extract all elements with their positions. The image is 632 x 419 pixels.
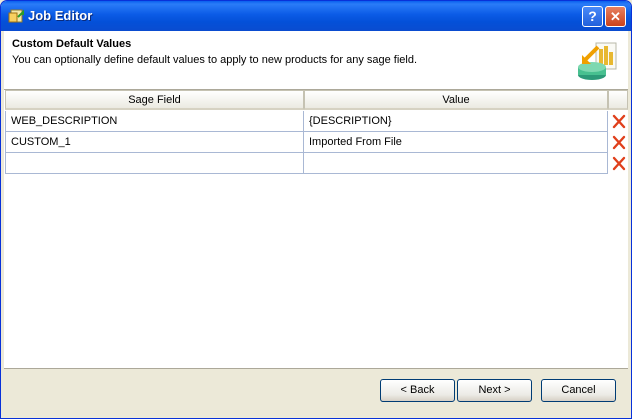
title-bar[interactable]: Job Editor ? ✕ (1, 1, 631, 31)
table-row[interactable]: CUSTOM_1 Imported From File (5, 132, 628, 153)
page-title: Custom Default Values (12, 38, 132, 50)
delete-row-icon[interactable] (611, 133, 627, 151)
sage-field-cell[interactable] (5, 153, 304, 174)
sage-field-cell[interactable]: WEB_DESCRIPTION (5, 111, 304, 132)
grid-header: Sage Field Value (5, 90, 628, 110)
delete-row-icon[interactable] (611, 112, 627, 130)
job-editor-window: Job Editor ? ✕ Custom Default Values You… (0, 0, 632, 419)
column-header-actions (608, 90, 628, 110)
app-icon (8, 9, 24, 23)
column-header-sage-field[interactable]: Sage Field (5, 90, 304, 110)
back-button[interactable]: < Back (380, 379, 455, 402)
value-cell[interactable] (304, 153, 608, 174)
table-row[interactable] (5, 153, 628, 174)
help-button[interactable]: ? (582, 6, 603, 27)
table-row[interactable]: WEB_DESCRIPTION {DESCRIPTION} (5, 111, 628, 132)
close-button[interactable]: ✕ (605, 6, 626, 27)
cancel-button[interactable]: Cancel (541, 379, 616, 402)
sage-field-cell[interactable]: CUSTOM_1 (5, 132, 304, 153)
delete-row-icon[interactable] (611, 154, 627, 172)
import-database-icon (578, 42, 617, 80)
value-cell[interactable]: {DESCRIPTION} (304, 111, 608, 132)
next-button[interactable]: Next > (457, 379, 532, 402)
content-panel: Sage Field Value WEB_DESCRIPTION {DESCRI… (4, 90, 628, 368)
footer-separator (4, 368, 628, 369)
value-cell[interactable]: Imported From File (304, 132, 608, 153)
window-title: Job Editor (28, 8, 93, 23)
page-subtitle: You can optionally define default values… (12, 54, 418, 66)
column-header-value[interactable]: Value (304, 90, 608, 110)
wizard-header: Custom Default Values You can optionally… (4, 31, 628, 90)
